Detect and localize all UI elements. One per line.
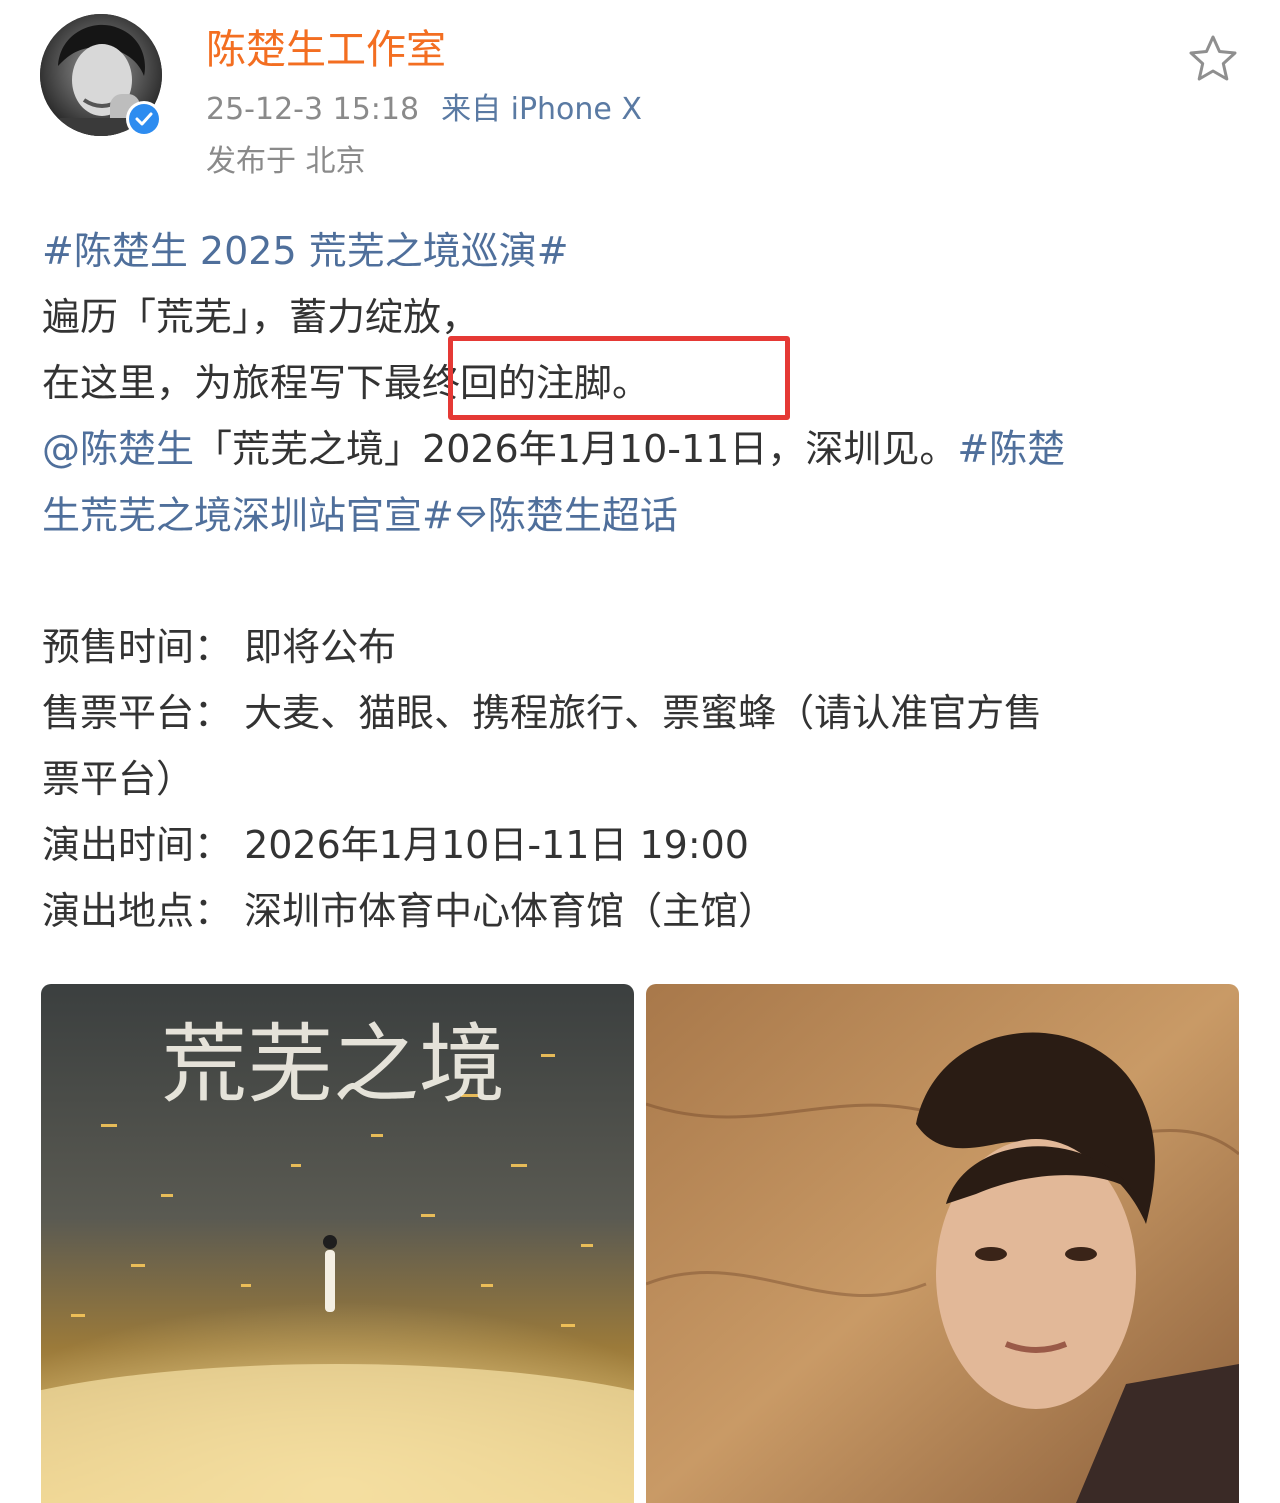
hashtag-tour-line: #陈楚生 2025 荒芜之境巡演# [42, 218, 1242, 284]
hashtag-shenzhen-start[interactable]: #陈楚 [957, 427, 1065, 471]
mention-link[interactable]: @陈楚生 [42, 427, 194, 471]
post-line-3-text: 「荒芜之境」2026年1月10-11日，深圳见。 [194, 427, 958, 471]
post-time: 25-12-3 15:18 [206, 92, 420, 127]
hashtag-shenzhen-end[interactable]: 生荒芜之境深圳站官宣# [42, 494, 454, 538]
username[interactable]: 陈楚生工作室 [206, 24, 446, 76]
poster-image-left[interactable]: 荒芜之境 [41, 984, 634, 1503]
highlighted-text: 最终回的注脚。 [384, 361, 651, 405]
presale-line: 预售时间： 即将公布 [42, 625, 397, 669]
hashtag-tour[interactable]: #陈楚生 2025 荒芜之境巡演# [42, 229, 569, 273]
post-source: 来自 iPhone X [441, 92, 642, 127]
post-line-1: 遍历「荒芜」，蓄力绽放， [42, 295, 480, 339]
post-line-3: @陈楚生「荒芜之境」2026年1月10-11日，深圳见。#陈楚 [42, 416, 1242, 482]
platform-line-1: 售票平台： 大麦、猫眼、携程旅行、票蜜蜂（请认准官方售 [42, 691, 1043, 735]
post-meta: 25-12-3 15:18 来自 iPhone X [206, 90, 642, 130]
venue-line: 演出地点： 深圳市体育中心体育馆（主馆） [42, 889, 777, 933]
post-line-4: 生荒芜之境深圳站官宣# 陈楚生超话 [42, 482, 1242, 548]
poster-title: 荒芜之境 [161, 1015, 505, 1115]
star-outline-icon[interactable] [1186, 32, 1240, 86]
showtime-line: 演出时间： 2026年1月10日-11日 19:00 [42, 823, 749, 867]
post-content: #陈楚生 2025 荒芜之境巡演# 遍历「荒芜」，蓄力绽放， 在这里，为旅程写下… [42, 218, 1242, 944]
post-line-2-prefix: 在这里，为旅程写下 [42, 361, 385, 405]
verified-check-icon [126, 101, 162, 137]
portrait-image-right[interactable] [646, 984, 1239, 1503]
supertopic-link[interactable]: 陈楚生超话 [488, 494, 678, 538]
post-location: 发布于 北京 [206, 144, 366, 179]
platform-line-2: 票平台） [42, 757, 195, 801]
diamond-icon [456, 482, 486, 548]
post-line-2: 在这里，为旅程写下最终回的注脚。 [42, 350, 1242, 416]
